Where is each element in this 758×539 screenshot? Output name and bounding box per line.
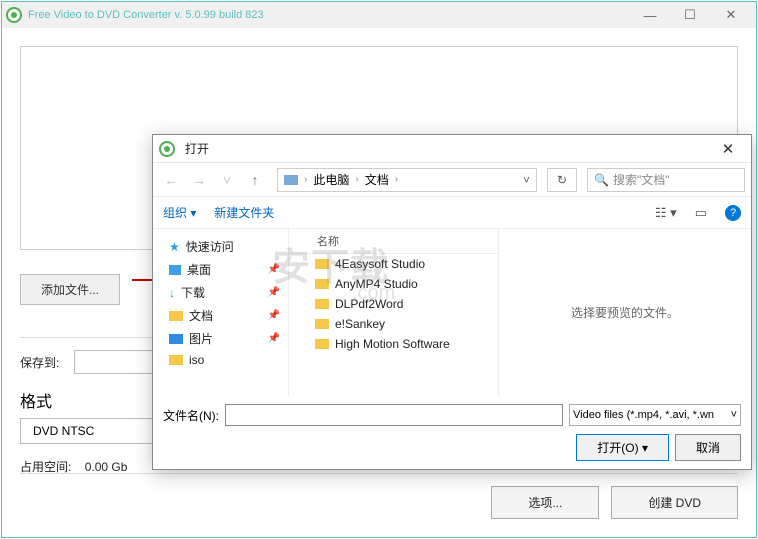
main-titlebar: Free Video to DVD Converter v. 5.0.99 bu… xyxy=(2,2,756,28)
list-item[interactable]: e!Sankey xyxy=(289,314,498,334)
crumb-docs[interactable]: 文档 xyxy=(365,171,389,188)
search-placeholder: 搜索"文档" xyxy=(613,171,670,188)
add-file-button[interactable]: 添加文件... xyxy=(20,274,120,305)
format-label: 格式 xyxy=(20,388,74,412)
dialog-main: ★ 快速访问 桌面 📌 ↓ 下载 📌 文档 📌 图片 📌 iso 名称 4Easysoft … xyxy=(153,229,751,396)
search-icon: 🔍 xyxy=(594,173,609,187)
dialog-bottom: 文件名(N): Video files (*.mp4, *.avi, *.wn˅… xyxy=(153,396,751,469)
sidebar-item-iso[interactable]: iso xyxy=(153,350,288,370)
file-name: e!Sankey xyxy=(335,317,385,331)
folder-icon xyxy=(169,355,183,365)
folder-icon xyxy=(315,279,329,289)
pc-icon xyxy=(284,175,298,185)
maximize-button[interactable]: ☐ xyxy=(670,3,710,27)
chevron-down-icon[interactable]: ˅ xyxy=(523,173,530,187)
star-icon: ★ xyxy=(169,240,180,254)
window-controls: — ☐ ✕ xyxy=(630,3,752,27)
nav-row: ← → ˅ ↑ › 此电脑 › 文档 › ˅ ↻ 🔍 搜索"文档" xyxy=(153,163,751,197)
nav-recent-icon[interactable]: ˅ xyxy=(215,168,239,192)
column-header[interactable]: 名称 xyxy=(289,229,498,254)
sidebar-item-label: 文档 xyxy=(189,307,213,324)
file-area: 名称 4Easysoft Studio AnyMP4 Studio DLPdf2… xyxy=(289,229,751,396)
list-item[interactable]: High Motion Software xyxy=(289,334,498,354)
list-item[interactable]: 4Easysoft Studio xyxy=(289,254,498,274)
sidebar-item-label: 桌面 xyxy=(187,261,211,278)
file-name: DLPdf2Word xyxy=(335,297,403,311)
dialog-buttons: 打开(O) ▾ 取消 xyxy=(163,434,741,461)
pin-icon: 📌 xyxy=(268,310,280,321)
pin-icon: 📌 xyxy=(268,333,280,344)
create-dvd-button[interactable]: 创建 DVD xyxy=(611,486,738,519)
download-icon: ↓ xyxy=(169,286,175,300)
save-to-label: 保存到: xyxy=(20,354,74,371)
dialog-title: 打开 xyxy=(181,140,711,157)
sidebar-item-quickaccess[interactable]: ★ 快速访问 xyxy=(153,235,288,258)
chevron-down-icon: ˅ xyxy=(731,409,737,421)
app-title: Free Video to DVD Converter v. 5.0.99 bu… xyxy=(28,9,630,21)
preview-pane-icon[interactable]: ▭ xyxy=(695,205,707,221)
sidebar: ★ 快速访问 桌面 📌 ↓ 下载 📌 文档 📌 图片 📌 iso xyxy=(153,229,289,396)
options-button[interactable]: 选项... xyxy=(491,486,599,519)
folder-icon xyxy=(315,259,329,269)
dialog-toolbar: 组织 ▾ 新建文件夹 ☷ ▾ ▭ ? xyxy=(153,197,751,229)
filetype-filter[interactable]: Video files (*.mp4, *.avi, *.wn˅ xyxy=(569,404,741,426)
list-item[interactable]: DLPdf2Word xyxy=(289,294,498,314)
sidebar-item-docs[interactable]: 文档 📌 xyxy=(153,304,288,327)
sidebar-item-label: 快速访问 xyxy=(186,238,234,255)
sidebar-item-label: iso xyxy=(189,353,204,367)
chevron-right-icon: › xyxy=(304,174,307,185)
folder-icon xyxy=(169,311,183,321)
desktop-icon xyxy=(169,265,181,275)
preview-pane: 选择要预览的文件。 xyxy=(499,229,751,396)
list-item[interactable]: AnyMP4 Studio xyxy=(289,274,498,294)
dialog-app-icon xyxy=(159,141,175,157)
app-icon xyxy=(6,7,22,23)
filename-input[interactable] xyxy=(225,404,563,426)
file-open-dialog: 打开 ✕ ← → ˅ ↑ › 此电脑 › 文档 › ˅ ↻ 🔍 搜索"文档" 组… xyxy=(152,134,752,470)
sidebar-item-label: 下载 xyxy=(181,284,205,301)
nav-forward-icon[interactable]: → xyxy=(187,168,211,192)
cancel-button[interactable]: 取消 xyxy=(675,434,741,461)
refresh-button[interactable]: ↻ xyxy=(547,168,577,192)
filename-row: 文件名(N): Video files (*.mp4, *.avi, *.wn˅ xyxy=(163,404,741,426)
close-button[interactable]: ✕ xyxy=(710,3,752,27)
organize-menu[interactable]: 组织 ▾ xyxy=(163,204,196,221)
folder-icon xyxy=(315,339,329,349)
file-name: High Motion Software xyxy=(335,337,450,351)
chevron-right-icon: › xyxy=(355,174,358,185)
preview-message: 选择要预览的文件。 xyxy=(571,304,679,321)
file-name: AnyMP4 Studio xyxy=(335,277,418,291)
open-button[interactable]: 打开(O) ▾ xyxy=(576,434,669,461)
new-folder-button[interactable]: 新建文件夹 xyxy=(214,204,274,221)
file-list: 名称 4Easysoft Studio AnyMP4 Studio DLPdf2… xyxy=(289,229,499,396)
search-input[interactable]: 🔍 搜索"文档" xyxy=(587,168,745,192)
sidebar-item-desktop[interactable]: 桌面 📌 xyxy=(153,258,288,281)
minimize-button[interactable]: — xyxy=(630,3,670,27)
sidebar-item-downloads[interactable]: ↓ 下载 📌 xyxy=(153,281,288,304)
breadcrumb[interactable]: › 此电脑 › 文档 › ˅ xyxy=(277,168,537,192)
folder-icon xyxy=(315,299,329,309)
sidebar-item-pictures[interactable]: 图片 📌 xyxy=(153,327,288,350)
help-icon[interactable]: ? xyxy=(725,205,741,221)
dialog-titlebar: 打开 ✕ xyxy=(153,135,751,163)
pictures-icon xyxy=(169,334,183,344)
crumb-root[interactable]: 此电脑 xyxy=(313,171,349,188)
dialog-close-button[interactable]: ✕ xyxy=(711,140,745,158)
chevron-right-icon: › xyxy=(395,174,398,185)
file-name: 4Easysoft Studio xyxy=(335,257,425,271)
folder-icon xyxy=(315,319,329,329)
space-label: 占用空间: xyxy=(20,460,71,474)
view-mode-icon[interactable]: ☷ ▾ xyxy=(655,205,677,221)
nav-up-icon[interactable]: ↑ xyxy=(243,168,267,192)
bottom-bar: 选项... 创建 DVD xyxy=(20,473,738,519)
nav-back-icon[interactable]: ← xyxy=(159,168,183,192)
pin-icon: 📌 xyxy=(268,287,280,298)
pin-icon: 📌 xyxy=(268,264,280,275)
filename-label: 文件名(N): xyxy=(163,407,219,424)
sidebar-item-label: 图片 xyxy=(189,330,213,347)
space-value: 0.00 Gb xyxy=(85,460,128,474)
